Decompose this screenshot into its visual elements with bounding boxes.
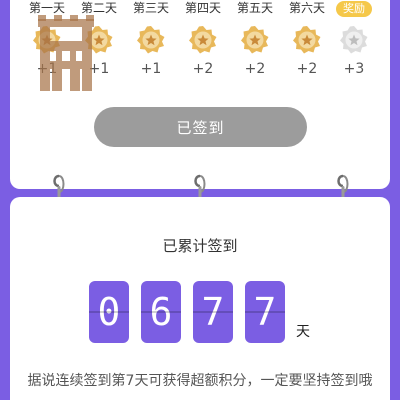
counter-digit: 0 [89,281,129,343]
day-label: 第五天 [236,1,273,15]
counter-digit: 7 [193,281,233,343]
counter-unit: 天 [296,324,310,340]
day-label: 第四天 [184,1,221,15]
silver-medal-icon [339,25,369,55]
day-item-4: 第四天 +2 [177,0,229,79]
signin-tip-text: 据说连续签到第7天可获得超额积分，一定要坚持签到哦 [27,373,373,389]
day-item-reward: 奖励 +3 [328,0,380,79]
reward-badge: 奖励 [336,1,372,17]
day-points: +2 [296,61,318,77]
castle-watermark-icon [38,15,94,91]
gold-medal-icon [240,25,270,55]
gold-medal-icon [136,25,166,55]
day-points: +1 [140,61,162,77]
day-label: 第三天 [132,1,169,15]
signed-button[interactable]: 已签到 [94,107,307,147]
day-label: 第六天 [288,1,325,15]
gold-medal-icon [292,25,322,55]
weekly-signin-card: 第一天 +1 第二天 +1 第三天 +1 第四天 +2 [10,0,390,189]
total-signin-card: 已累计签到 0 6 7 7 天 据说连续签到第7天可获得超额积分，一定要坚持签到… [10,197,390,400]
counter-digit: 7 [245,281,285,343]
day-label: 第一天 [28,1,65,15]
day-item-6: 第六天 +2 [281,0,333,79]
gold-medal-icon [188,25,218,55]
day-item-5: 第五天 +2 [229,0,281,79]
total-signin-title: 已累计签到 [162,237,238,255]
day-points: +2 [192,61,214,77]
day-label: 第二天 [80,1,117,15]
day-points: +3 [343,61,365,77]
day-points: +2 [244,61,266,77]
reward-label: 奖励 [328,0,380,17]
day-item-3: 第三天 +1 [125,0,177,79]
counter-digit: 6 [141,281,181,343]
